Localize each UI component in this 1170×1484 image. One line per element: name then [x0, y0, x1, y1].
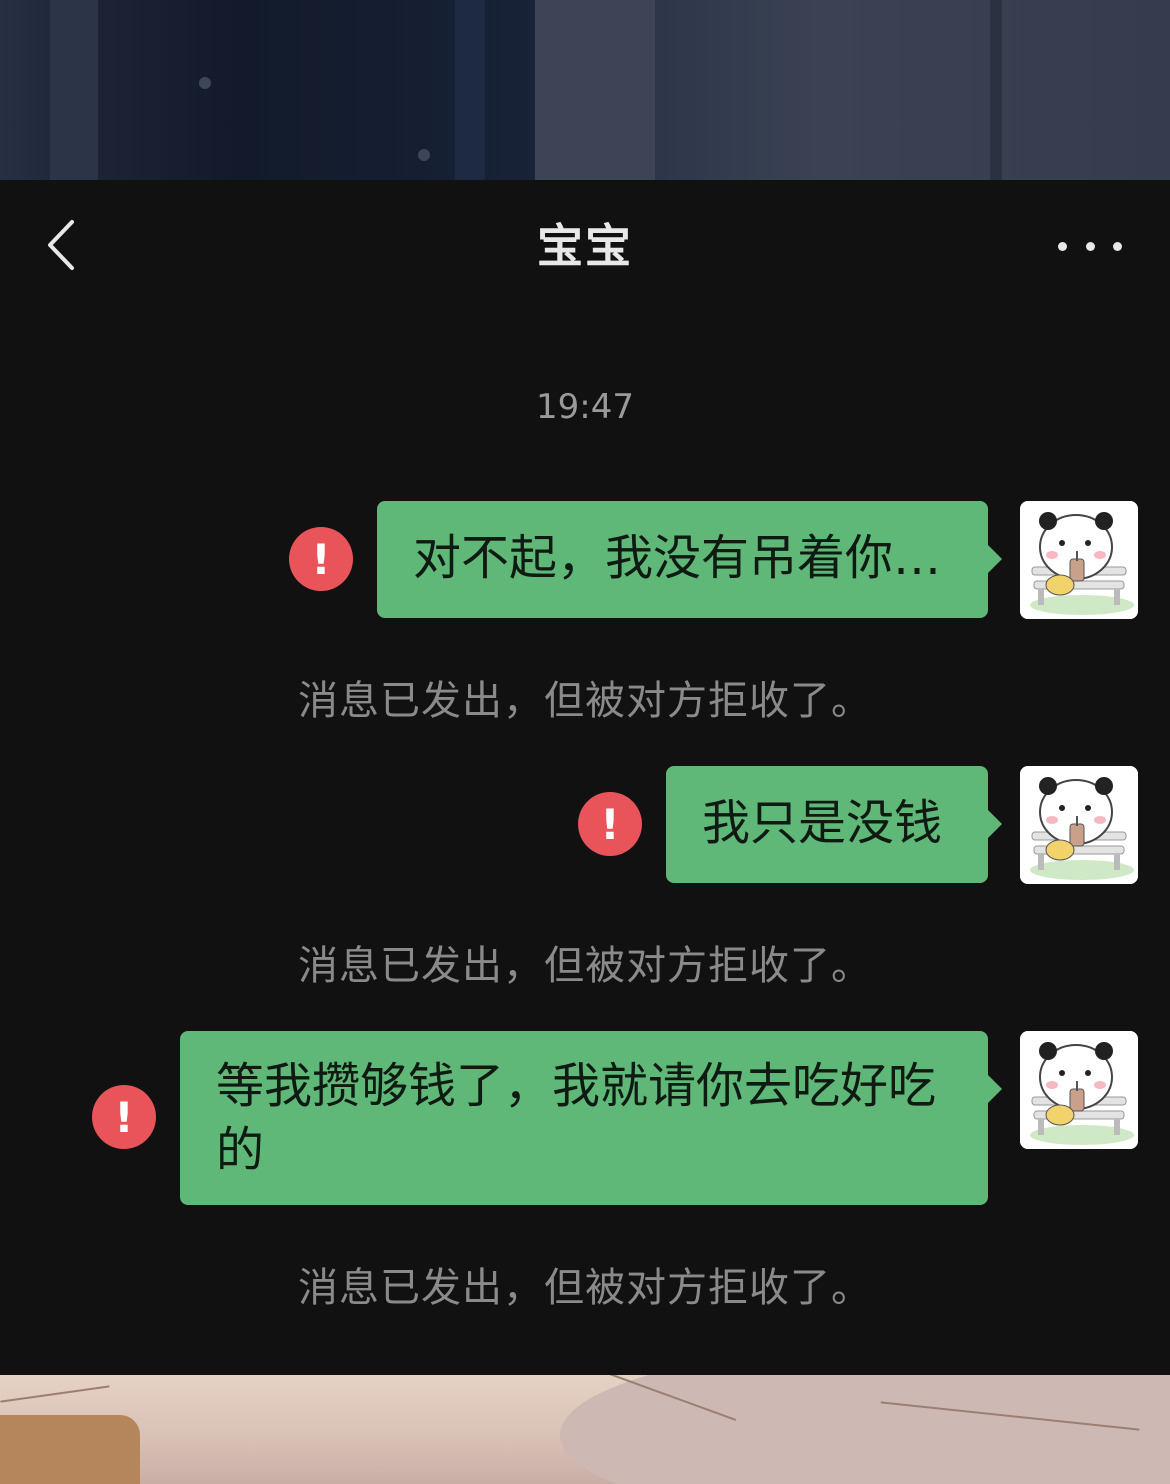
avatar[interactable] [1020, 501, 1138, 619]
message-text: 对不起，我没有吊着你… [413, 530, 942, 586]
panda-avatar-icon [1020, 1031, 1138, 1149]
panda-avatar-icon [1020, 766, 1138, 884]
window-frame [50, 0, 98, 180]
error-symbol: ! [114, 1092, 134, 1142]
panda-avatar-icon [1020, 501, 1138, 619]
bubble-tail [988, 1075, 1002, 1103]
error-symbol: ! [311, 534, 331, 584]
more-dot [1113, 241, 1122, 251]
message-timestamp: 19:47 [536, 387, 634, 427]
chat-header: 宝宝 [0, 180, 1170, 310]
background-scene-top [0, 0, 1170, 180]
error-symbol: ! [600, 799, 620, 849]
more-dot [1085, 241, 1095, 251]
message-text: 等我攒够钱了，我就请你去吃好吃的 [216, 1058, 937, 1178]
send-failed-error-icon[interactable]: ! [92, 1085, 156, 1149]
curtain [535, 0, 655, 180]
bedside-table [0, 1415, 140, 1484]
message-text: 我只是没钱 [702, 795, 943, 851]
chat-title: 宝宝 [537, 219, 633, 273]
avatar[interactable] [1020, 766, 1138, 884]
bubble-tail [988, 810, 1002, 838]
more-horizontal-icon [1058, 241, 1067, 251]
message-bubble[interactable]: 对不起，我没有吊着你… [377, 501, 1002, 618]
chat-window: 宝宝 19:47 ! 对不起，我没有吊着你… 消息已发出，但被对方拒收了。 ! … [0, 180, 1170, 1375]
rejected-notice: 消息已发出，但被对方拒收了。 [298, 678, 872, 724]
star-dot [418, 149, 430, 161]
bed-sheet [560, 1375, 1170, 1484]
window-frame [990, 0, 1002, 180]
bubble-tail [988, 545, 1002, 573]
window-frame [455, 0, 485, 180]
rejected-notice: 消息已发出，但被对方拒收了。 [298, 1265, 872, 1311]
message-bubble[interactable]: 我只是没钱 [666, 766, 1002, 883]
send-failed-error-icon[interactable]: ! [289, 527, 353, 591]
star-dot [199, 77, 211, 89]
fold-line [0, 1385, 110, 1403]
more-options-button[interactable] [1058, 228, 1122, 264]
send-failed-error-icon[interactable]: ! [578, 792, 642, 856]
message-bubble[interactable]: 等我攒够钱了，我就请你去吃好吃的 [180, 1031, 1002, 1205]
avatar[interactable] [1020, 1031, 1138, 1149]
background-scene-bottom [0, 1375, 1170, 1484]
rejected-notice: 消息已发出，但被对方拒收了。 [298, 943, 872, 989]
